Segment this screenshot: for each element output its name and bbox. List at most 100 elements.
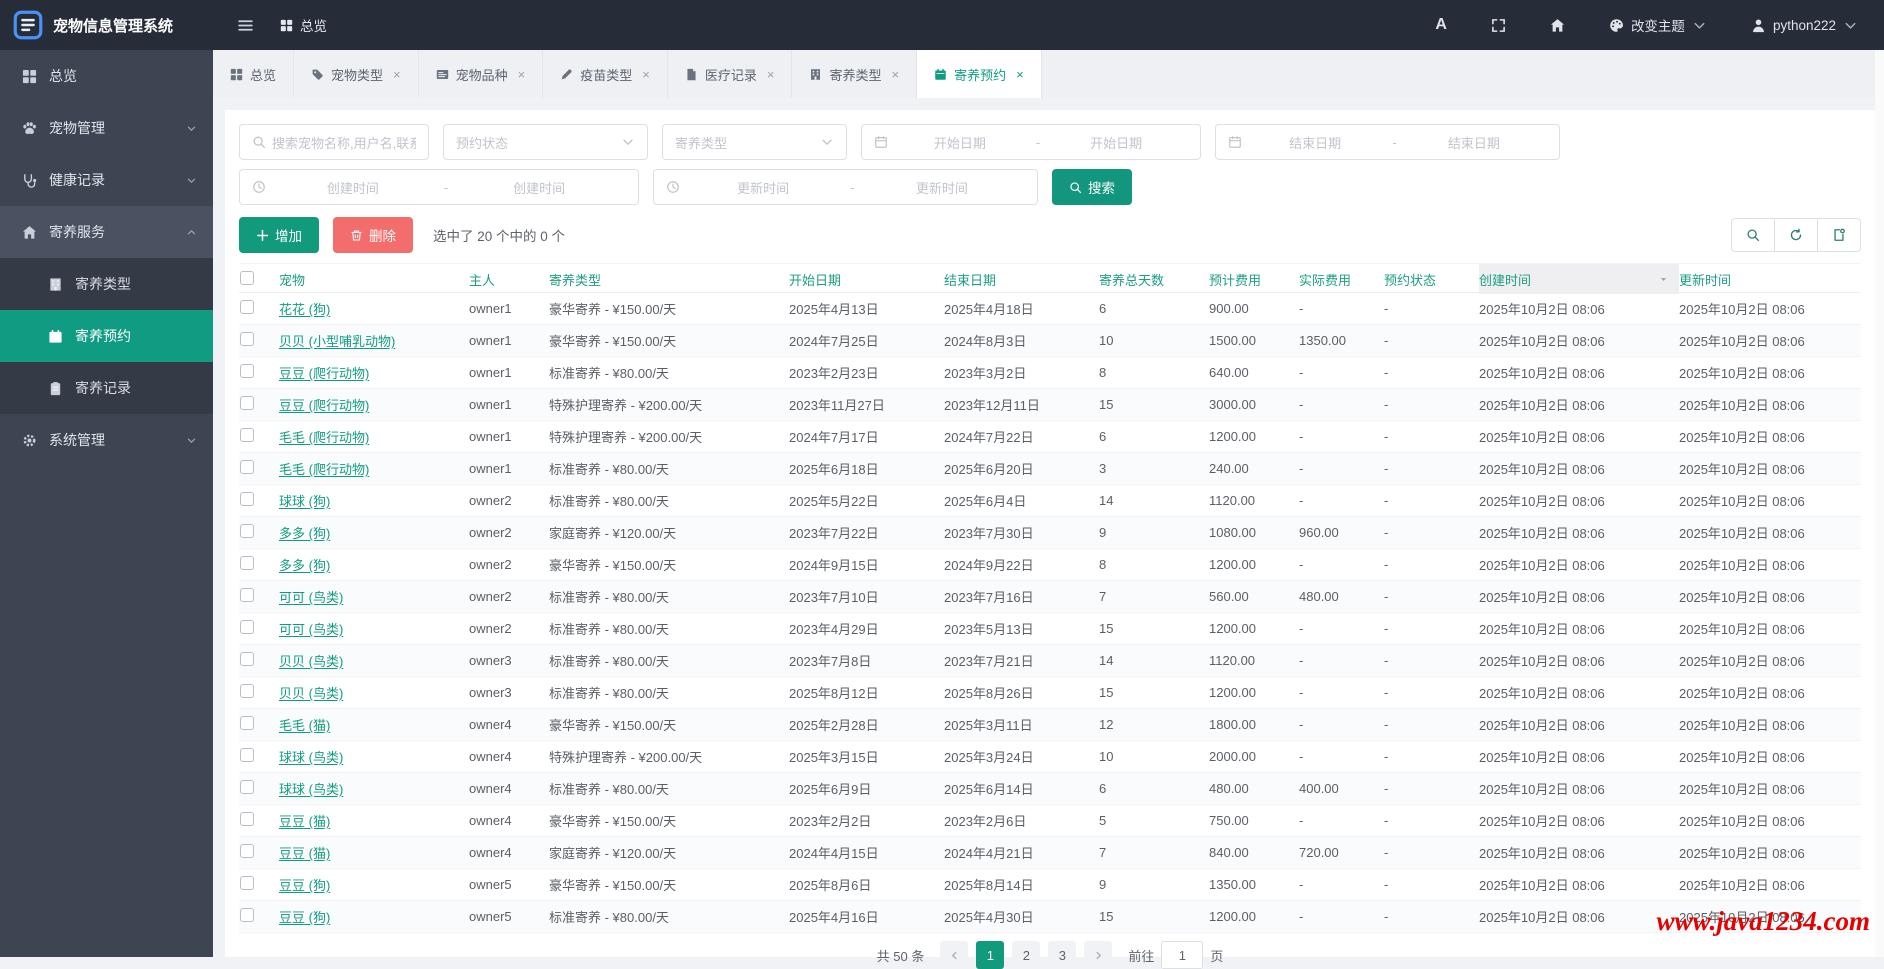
sidebar-item-system-management[interactable]: 系统管理 (0, 414, 213, 466)
close-icon[interactable]: × (891, 67, 899, 82)
tab-overview[interactable]: 总览 (213, 50, 295, 98)
row-checkbox[interactable] (240, 460, 254, 474)
tab-medical-record[interactable]: 医疗记录 × (668, 50, 793, 98)
toggle-search-button[interactable] (1731, 218, 1775, 252)
sidebar-item-boarding-type[interactable]: 寄养类型 (0, 258, 213, 310)
column-header-start[interactable]: 开始日期 (789, 270, 944, 289)
fullscreen-button[interactable] (1469, 0, 1528, 50)
search-input[interactable]: 搜索宠物名称,用户名,联系 (239, 124, 429, 160)
pet-link[interactable]: 贝贝 (鸟类) (279, 654, 343, 669)
pet-link[interactable]: 可可 (鸟类) (279, 590, 343, 605)
pet-link[interactable]: 花花 (狗) (279, 302, 330, 317)
row-checkbox[interactable] (240, 556, 254, 570)
close-icon[interactable]: × (767, 67, 775, 82)
column-header-owner[interactable]: 主人 (469, 270, 549, 289)
pet-link[interactable]: 可可 (鸟类) (279, 622, 343, 637)
row-checkbox[interactable] (240, 748, 254, 762)
prev-page-button[interactable] (940, 941, 969, 969)
pet-link[interactable]: 球球 (狗) (279, 494, 330, 509)
row-checkbox[interactable] (240, 652, 254, 666)
scrollbar-track[interactable] (1875, 50, 1884, 957)
close-icon[interactable]: × (518, 67, 526, 82)
column-header-updated[interactable]: 更新时间 (1679, 270, 1861, 289)
font-size-button[interactable]: A (1413, 0, 1469, 50)
pet-link[interactable]: 球球 (鸟类) (279, 782, 343, 797)
sidebar-item-boarding-record[interactable]: 寄养记录 (0, 362, 213, 414)
pet-link[interactable]: 球球 (鸟类) (279, 750, 343, 765)
page-button-2[interactable]: 2 (1012, 941, 1041, 969)
row-checkbox[interactable] (240, 812, 254, 826)
tab-pet-breed[interactable]: 宠物品种 × (419, 50, 544, 98)
tab-pet-type[interactable]: 宠物类型 × (294, 50, 419, 98)
row-checkbox[interactable] (240, 876, 254, 890)
tab-vaccine-type[interactable]: 疫苗类型 × (543, 50, 668, 98)
column-header-end[interactable]: 结束日期 (944, 270, 1099, 289)
pet-link[interactable]: 毛毛 (爬行动物) (279, 462, 369, 477)
sidebar-item-boarding-service[interactable]: 寄养服务 (0, 206, 213, 258)
tab-boarding-reservation[interactable]: 寄养预约 × (917, 50, 1042, 98)
pet-link[interactable]: 毛毛 (爬行动物) (279, 430, 369, 445)
pet-link[interactable]: 豆豆 (猫) (279, 814, 330, 829)
app-logo-area[interactable]: 宠物信息管理系统 (0, 0, 213, 50)
row-checkbox[interactable] (240, 364, 254, 378)
row-checkbox[interactable] (240, 780, 254, 794)
column-header-status[interactable]: 预约状态 (1384, 270, 1479, 289)
column-header-pet[interactable]: 宠物 (279, 270, 469, 289)
pet-link[interactable]: 豆豆 (狗) (279, 910, 330, 925)
status-select[interactable]: 预约状态 (443, 124, 648, 160)
update-time-range-input[interactable]: 更新时间 - 更新时间 (653, 169, 1038, 205)
refresh-button[interactable] (1774, 218, 1818, 252)
row-checkbox[interactable] (240, 332, 254, 346)
row-checkbox[interactable] (240, 684, 254, 698)
sidebar-item-pet-management[interactable]: 宠物管理 (0, 102, 213, 154)
pet-link[interactable]: 贝贝 (小型哺乳动物) (279, 334, 395, 349)
sidebar-item-boarding-reservation[interactable]: 寄养预约 (0, 310, 213, 362)
row-checkbox[interactable] (240, 908, 254, 922)
tab-boarding-type[interactable]: 寄养类型 × (792, 50, 918, 98)
pet-link[interactable]: 毛毛 (猫) (279, 718, 330, 733)
sidebar-collapse-icon[interactable] (237, 17, 254, 34)
row-checkbox[interactable] (240, 716, 254, 730)
close-icon[interactable]: × (642, 67, 650, 82)
row-checkbox[interactable] (240, 396, 254, 410)
row-checkbox[interactable] (240, 300, 254, 314)
close-icon[interactable]: × (1016, 67, 1024, 82)
add-button[interactable]: 增加 (239, 217, 319, 253)
start-date-range-input[interactable]: 开始日期 - 开始日期 (861, 124, 1201, 160)
row-checkbox[interactable] (240, 620, 254, 634)
next-page-button[interactable] (1084, 941, 1113, 969)
home-button[interactable] (1528, 0, 1587, 50)
delete-button[interactable]: 删除 (333, 217, 413, 253)
close-icon[interactable]: × (393, 67, 401, 82)
column-header-actual-fee[interactable]: 实际费用 (1299, 270, 1384, 289)
search-button[interactable]: 搜索 (1052, 169, 1132, 205)
theme-switcher[interactable]: 改变主题 (1587, 0, 1729, 50)
pet-link[interactable]: 豆豆 (狗) (279, 878, 330, 893)
select-all-checkbox[interactable] (240, 270, 254, 285)
export-button[interactable] (1817, 218, 1861, 252)
row-checkbox[interactable] (240, 588, 254, 602)
goto-page-input[interactable]: 1 (1161, 941, 1204, 969)
column-header-created-sorted[interactable]: 创建时间 (1479, 264, 1679, 294)
sidebar-item-health-records[interactable]: 健康记录 (0, 154, 213, 206)
column-header-est-fee[interactable]: 预计费用 (1209, 270, 1299, 289)
boarding-type-select[interactable]: 寄养类型 (662, 124, 847, 160)
page-button-3[interactable]: 3 (1048, 941, 1077, 969)
row-checkbox[interactable] (240, 492, 254, 506)
pet-link[interactable]: 豆豆 (爬行动物) (279, 366, 369, 381)
user-menu[interactable]: python222 (1729, 0, 1884, 50)
breadcrumb[interactable]: 总览 (280, 15, 327, 35)
create-time-range-input[interactable]: 创建时间 - 创建时间 (239, 169, 639, 205)
column-header-days[interactable]: 寄养总天数 (1099, 270, 1209, 289)
page-button-1[interactable]: 1 (976, 941, 1005, 969)
sidebar-item-overview[interactable]: 总览 (0, 50, 213, 102)
pet-link[interactable]: 贝贝 (鸟类) (279, 686, 343, 701)
row-checkbox[interactable] (240, 844, 254, 858)
pet-link[interactable]: 多多 (狗) (279, 558, 330, 573)
pet-link[interactable]: 豆豆 (爬行动物) (279, 398, 369, 413)
row-checkbox[interactable] (240, 524, 254, 538)
pet-link[interactable]: 多多 (狗) (279, 526, 330, 541)
pet-link[interactable]: 豆豆 (猫) (279, 846, 330, 861)
column-header-type[interactable]: 寄养类型 (549, 270, 789, 289)
end-date-range-input[interactable]: 结束日期 - 结束日期 (1215, 124, 1560, 160)
